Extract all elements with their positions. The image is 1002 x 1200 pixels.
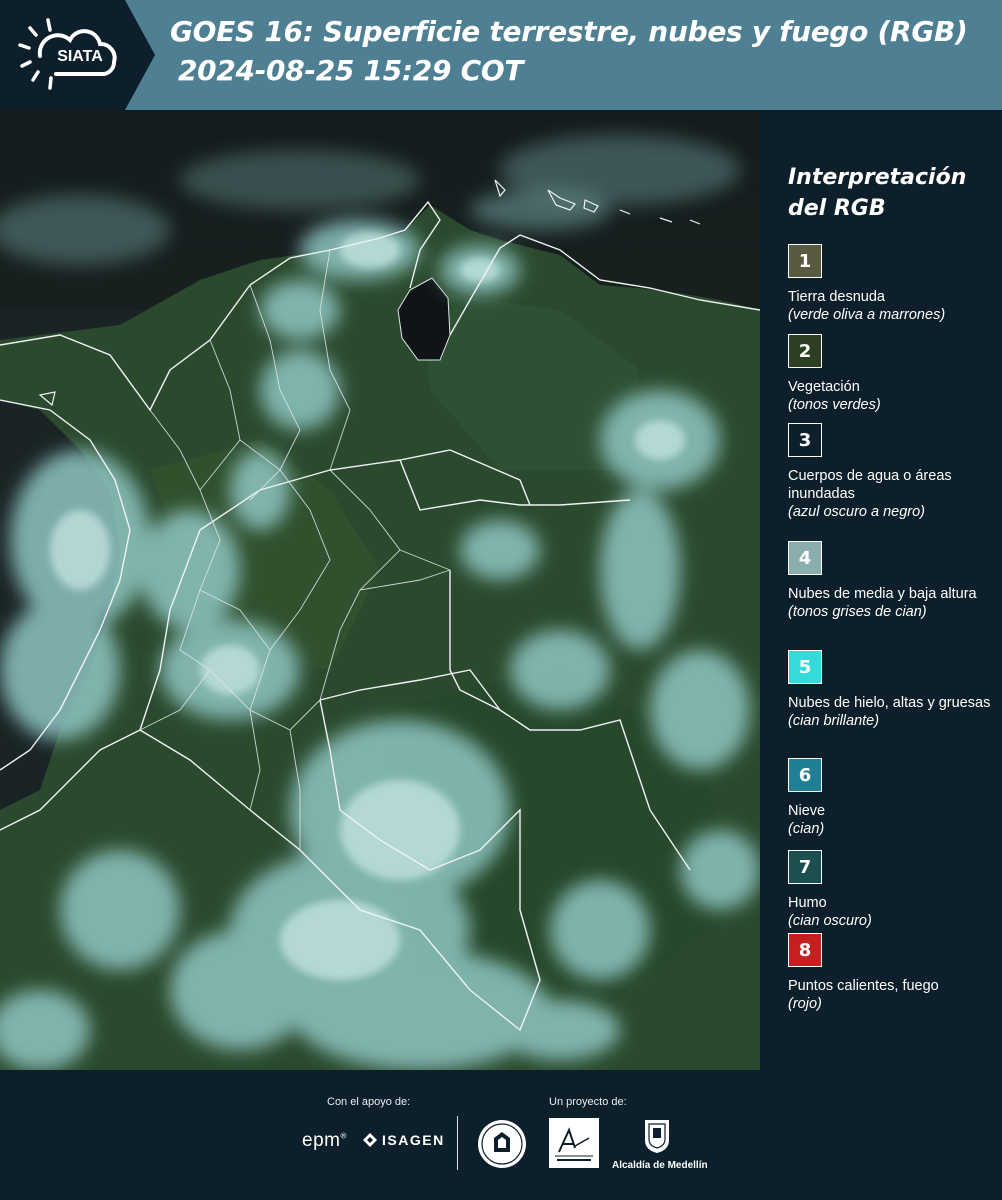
legend-item-label: Nubes de media y baja altura <box>788 586 977 602</box>
legend-swatch: 6 <box>788 758 822 792</box>
legend-swatch: 2 <box>788 334 822 368</box>
legend-item-label: Vegetación <box>788 379 860 395</box>
medellin-coat-of-arms-icon <box>645 1120 669 1153</box>
legend-item-label: Tierra desnuda <box>788 289 885 305</box>
legend-item-description: (cian oscuro) <box>788 913 872 929</box>
university-seal-icon <box>476 1118 528 1174</box>
header-banner: SIATA GOES 16: Superficie terrestre, nub… <box>0 0 1002 110</box>
legend-swatch: 7 <box>788 850 822 884</box>
footer-divider <box>457 1116 458 1170</box>
legend-item-label: Humo <box>788 895 827 911</box>
footer-sponsors: Con el apoyo de: Un proyecto de: epm® IS… <box>0 1070 1002 1200</box>
legend-item: 3 Cuerpos de agua o áreas inundadas (azul … <box>788 423 998 522</box>
legend-item-label: Cuerpos de agua o áreas inundadas <box>788 468 952 502</box>
rgb-legend-panel: Interpretación del RGB 1 Tierra desnuda (v… <box>760 110 1002 1070</box>
legend-item-description: (rojo) <box>788 996 822 1012</box>
alcaldia-medellin-logo: Alcaldía de Medellín <box>612 1118 708 1171</box>
area-metropolitana-logo <box>549 1118 599 1168</box>
legend-item-description: (tonos grises de cian) <box>788 604 927 620</box>
legend-item-description: (azul oscuro a negro) <box>788 504 926 520</box>
legend-item-description: (cian) <box>788 821 825 837</box>
svg-text:SIATA: SIATA <box>57 48 103 65</box>
legend-item: 1 Tierra desnuda (verde oliva a marrones) <box>788 244 998 325</box>
legend-item-description: (cian brillante) <box>788 713 880 729</box>
legend-item-description: (verde oliva a marrones) <box>788 307 946 323</box>
legend-swatch: 1 <box>788 244 822 278</box>
area-metropolitana-mark-icon <box>555 1127 593 1161</box>
image-timestamp: 2024-08-25 15:29 COT <box>178 54 524 87</box>
siata-logo: SIATA <box>0 0 155 110</box>
project-caption: Un proyecto de: <box>549 1096 627 1108</box>
legend-swatch: 8 <box>788 933 822 967</box>
legend-item-label: Nieve <box>788 803 826 819</box>
legend-item: 8 Puntos calientes, fuego (rojo) <box>788 933 998 1014</box>
satellite-image <box>0 110 760 1070</box>
legend-item: 2 Vegetación (tonos verdes) <box>788 334 998 415</box>
legend-item: 7 Humo (cian oscuro) <box>788 850 998 931</box>
siata-logo-icon: SIATA <box>0 0 155 110</box>
legend-title: Interpretación del RGB <box>788 165 967 221</box>
legend-item: 5 Nubes de hielo, altas y gruesas (cian br… <box>788 650 998 731</box>
legend-item: 4 Nubes de media y baja altura (tonos gris… <box>788 541 998 622</box>
legend-swatch: 5 <box>788 650 822 684</box>
support-caption: Con el apoyo de: <box>327 1096 411 1108</box>
legend-item-label: Nubes de hielo, altas y gruesas <box>788 695 991 711</box>
isagen-logo: ISAGEN <box>362 1132 445 1148</box>
legend-item: 6 Nieve (cian) <box>788 758 998 839</box>
satellite-map[interactable] <box>0 110 760 1070</box>
isagen-mark-icon <box>363 1133 377 1147</box>
epm-logo: epm® <box>302 1130 347 1151</box>
legend-item-description: (tonos verdes) <box>788 397 881 413</box>
legend-swatch: 4 <box>788 541 822 575</box>
legend-item-label: Puntos calientes, fuego <box>788 978 939 994</box>
legend-swatch: 3 <box>788 423 822 457</box>
page-title: GOES 16: Superficie terrestre, nubes y f… <box>170 15 968 48</box>
